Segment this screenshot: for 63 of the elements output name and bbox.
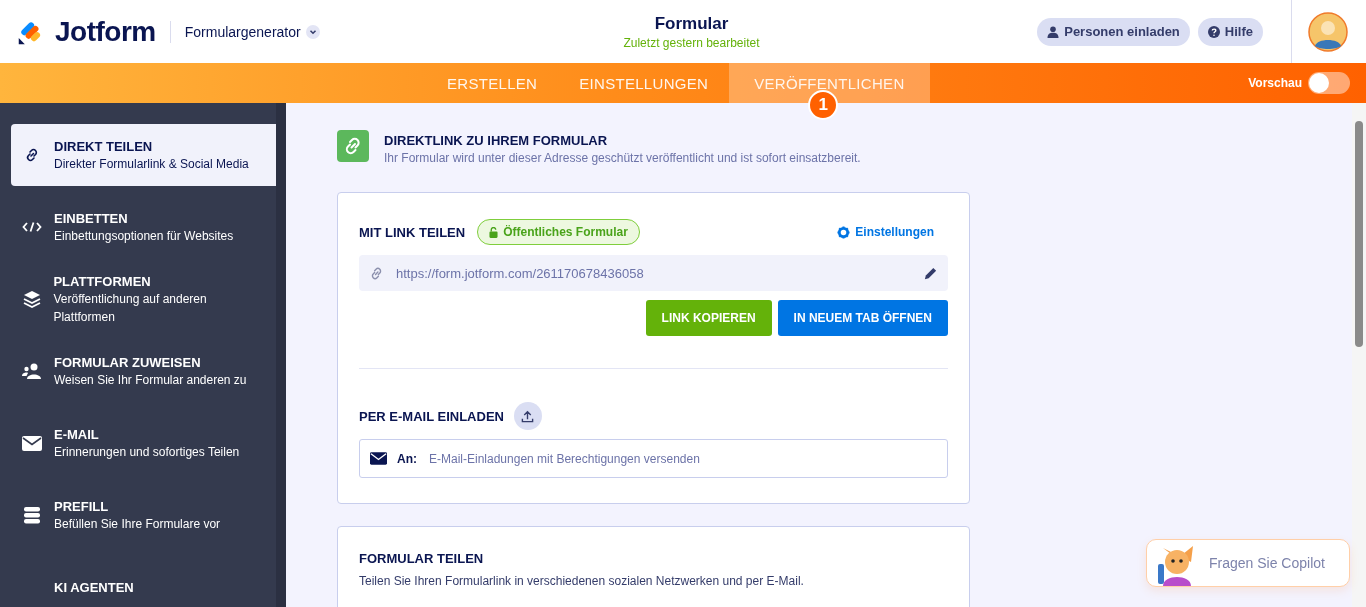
open-new-tab-button[interactable]: IN NEUEM TAB ÖFFNEN xyxy=(777,300,948,336)
settings-link[interactable]: Einstellungen xyxy=(837,225,934,239)
sidebar-item-title: EINBETTEN xyxy=(54,209,129,227)
sidebar-item-description: Veröffentlichung auf anderen Plattformen xyxy=(53,290,208,326)
form-title: Formular xyxy=(653,13,730,34)
email-field[interactable]: An: E-Mail-Einladungen mit Berechtigungen versenden xyxy=(359,439,948,478)
section-title: DIREKTLINK ZU IHREM FORMULAR xyxy=(384,133,609,148)
sidebar-item-title: FORMULAR ZUWEISEN xyxy=(54,353,202,371)
upload-button[interactable] xyxy=(513,402,542,430)
settings-icon xyxy=(837,225,851,239)
public-status-badge: Öffentliches Formular xyxy=(477,219,640,245)
sidebar-item[interactable]: E-MAIL Erinnerungen und sofortiges Teilen xyxy=(11,412,276,474)
section-description: Ihr Formular wird unter dieser Adresse geschützt veröffentlicht und ist sofort einsatzbereit. xyxy=(384,151,861,165)
sidebar-item[interactable]: KI AGENTEN xyxy=(11,556,276,607)
chevron-down-icon xyxy=(305,24,320,39)
sidebar-item[interactable]: DIREKT TEILEN Direkter Formularlink & Social Media xyxy=(11,124,276,186)
people-icon xyxy=(22,363,42,379)
sidebar-item[interactable]: EINBETTEN Einbettungsoptionen für Websites xyxy=(11,196,276,258)
sidebar-item-description: Erinnerungen und sofortiges Teilen xyxy=(54,443,240,461)
scrollbar-thumb[interactable] xyxy=(1355,121,1363,347)
form-url: https://form.jotform.com/261170678436058 xyxy=(396,265,644,281)
sidebar-item-title: PLATTFORMEN xyxy=(53,272,152,290)
sidebar-item-title: KI AGENTEN xyxy=(54,578,134,596)
help-button[interactable]: Hilfe xyxy=(1197,17,1263,46)
sidebar-item-description: Befüllen Sie Ihre Formulare vor xyxy=(54,515,221,533)
to-label: An: xyxy=(397,451,417,466)
sidebar-item-title: E-MAIL xyxy=(54,425,100,443)
link-icon xyxy=(369,265,384,281)
step-badge: 1 xyxy=(808,90,839,120)
code-icon xyxy=(22,221,42,233)
unlock-icon xyxy=(489,226,499,238)
sidebar-item-title: PREFILL xyxy=(54,497,110,515)
copilot-button[interactable]: Fragen Sie Copilot xyxy=(1146,539,1350,587)
sidebar-item-title: DIREKT TEILEN xyxy=(54,137,154,155)
card-title: FORMULAR TEILEN xyxy=(359,551,485,566)
last-edited-text: Zuletzt gestern bearbeitet xyxy=(623,35,760,50)
logo-text[interactable]: Jotform xyxy=(55,15,156,48)
pencil-icon[interactable] xyxy=(923,265,938,281)
layers-icon xyxy=(22,290,41,308)
url-field[interactable]: https://form.jotform.com/261170678436058 xyxy=(359,255,948,291)
avatar[interactable] xyxy=(1308,11,1348,52)
sidebar-item[interactable]: PREFILL Befüllen Sie Ihre Formulare vor xyxy=(11,484,276,546)
card-description: Teilen Sie Ihren Formularlink in verschiedenen sozialen Netzwerken und per E-Mail. xyxy=(359,574,805,588)
card-title: PER E-MAIL EINLADEN xyxy=(359,408,504,424)
person-icon xyxy=(1047,25,1060,38)
sidebar-item[interactable]: FORMULAR ZUWEISEN Weisen Sie Ihr Formular anderen zu xyxy=(11,340,276,402)
app-menu[interactable]: Formulargenerator xyxy=(184,23,320,40)
email-input-field[interactable]: E-Mail-Einladungen mit Berechtigungen versenden xyxy=(427,450,937,467)
help-icon xyxy=(1207,25,1220,38)
sidebar-item-description: Weisen Sie Ihr Formular anderen zu xyxy=(54,371,247,389)
sidebar-item-description: Direkter Formularlink & Social Media xyxy=(54,155,249,173)
envelope-icon xyxy=(22,435,42,451)
envelope-icon xyxy=(370,452,387,465)
sidebar-item[interactable]: PLATTFORMEN Veröffentlichung auf anderen Plattformen xyxy=(11,268,276,330)
link-icon xyxy=(24,147,40,163)
card-title: MIT LINK TEILEN xyxy=(359,224,466,240)
preview-label: Vorschau xyxy=(1248,76,1302,90)
stack-icon xyxy=(23,506,41,524)
invite-button[interactable]: Personen einladen xyxy=(1037,17,1190,46)
link-icon xyxy=(337,130,369,162)
sidebar-item-description: Einbettungsoptionen für Websites xyxy=(54,227,234,245)
upload-icon xyxy=(521,409,535,423)
preview-toggle[interactable] xyxy=(1308,72,1350,94)
